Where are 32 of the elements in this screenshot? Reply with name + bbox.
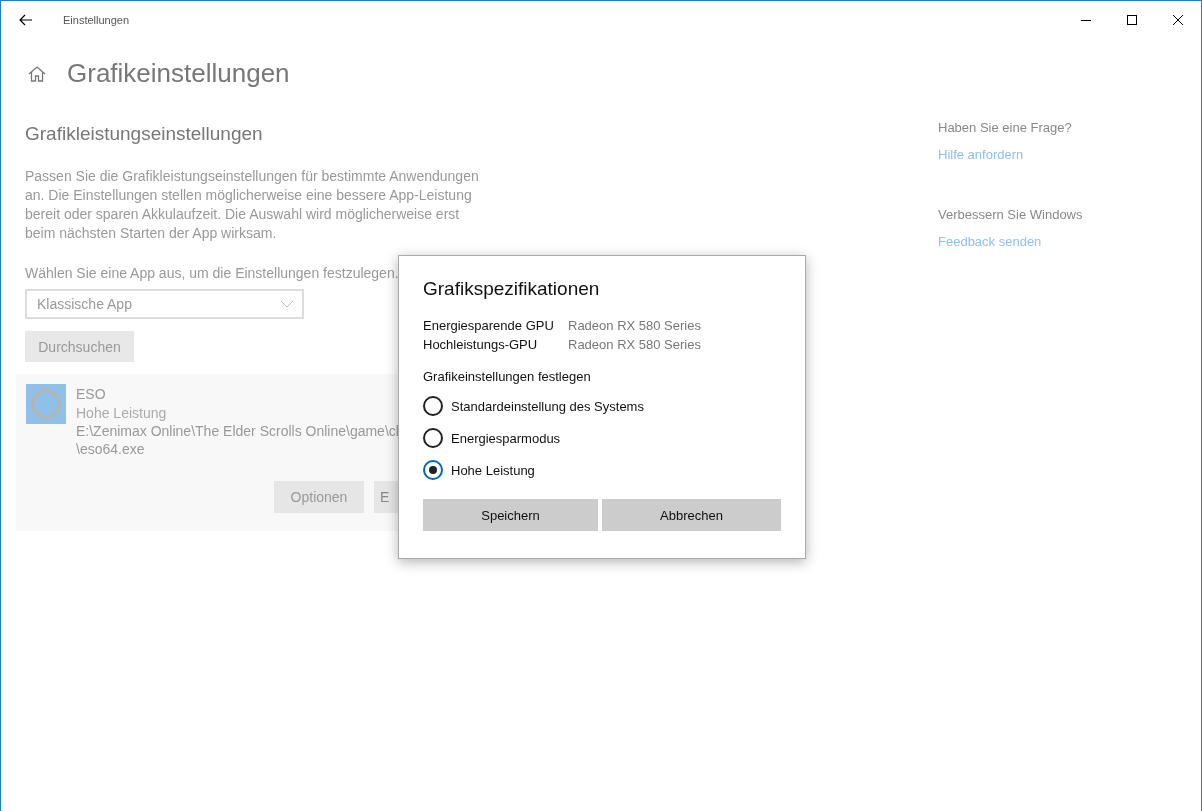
dialog-button[interactable]: Speichern bbox=[423, 499, 598, 531]
dialog-button[interactable]: Abbrechen bbox=[602, 499, 781, 531]
sidebar-heading: Haben Sie eine Frage? bbox=[938, 120, 1073, 135]
close-icon[interactable] bbox=[1172, 13, 1184, 26]
radio-button[interactable] bbox=[423, 428, 443, 448]
app-name: ESO bbox=[76, 386, 107, 402]
page-title: Grafikeinstellungen bbox=[67, 58, 290, 89]
radio-button[interactable] bbox=[423, 396, 443, 416]
app-mode: Hohe Leistung bbox=[76, 405, 168, 421]
spec-label: Hochleistungs-GPU bbox=[423, 336, 539, 354]
back-icon[interactable] bbox=[19, 13, 33, 26]
app-path: E:\Zenimax Online\The Elder Scrolls Online\game\cl bbox=[76, 423, 399, 439]
card-button[interactable]: Optionen bbox=[274, 481, 364, 513]
sidebar-heading: Verbessern Sie Windows bbox=[938, 207, 1083, 222]
browse-button[interactable]: Durchsuchen bbox=[25, 331, 134, 362]
sidebar-link[interactable]: Hilfe anfordern bbox=[938, 147, 1083, 162]
section-title: Grafikleistungseinstellungen bbox=[25, 123, 264, 145]
chevron-icon bbox=[280, 300, 294, 308]
maximize-icon[interactable] bbox=[1126, 13, 1138, 26]
radio-button[interactable] bbox=[423, 460, 443, 480]
spec-value: Radeon RX 580 Series bbox=[568, 336, 702, 354]
sidebar-link[interactable]: Feedback senden bbox=[938, 234, 1083, 249]
app-type-dropdown[interactable]: Klassische App bbox=[25, 289, 304, 319]
option-label: Hohe Leistung bbox=[451, 462, 535, 478]
ring-icon bbox=[26, 384, 66, 424]
description-text: Passen Sie die Grafikleistungseinstellungen für bestimmte Anwendungen an. Die Einstellungen stellen möglicherweise eine bessere App-Leistung bereit oder sparen Akkulaufzeit. Die Auswahl wird möglicherweise erst beim nächsten Starten der App wirksam. bbox=[25, 167, 480, 243]
dialog-title: Grafikspezifikationen bbox=[423, 278, 601, 300]
spec-value: Radeon RX 580 Series bbox=[568, 317, 702, 335]
app-path: \eso64.exe bbox=[76, 441, 146, 457]
select-label: Wählen Sie eine App aus, um die Einstellungen festzulegen. bbox=[25, 265, 400, 281]
spec-label: Energiesparende GPU bbox=[423, 317, 555, 335]
window-title: Einstellungen bbox=[63, 13, 130, 26]
